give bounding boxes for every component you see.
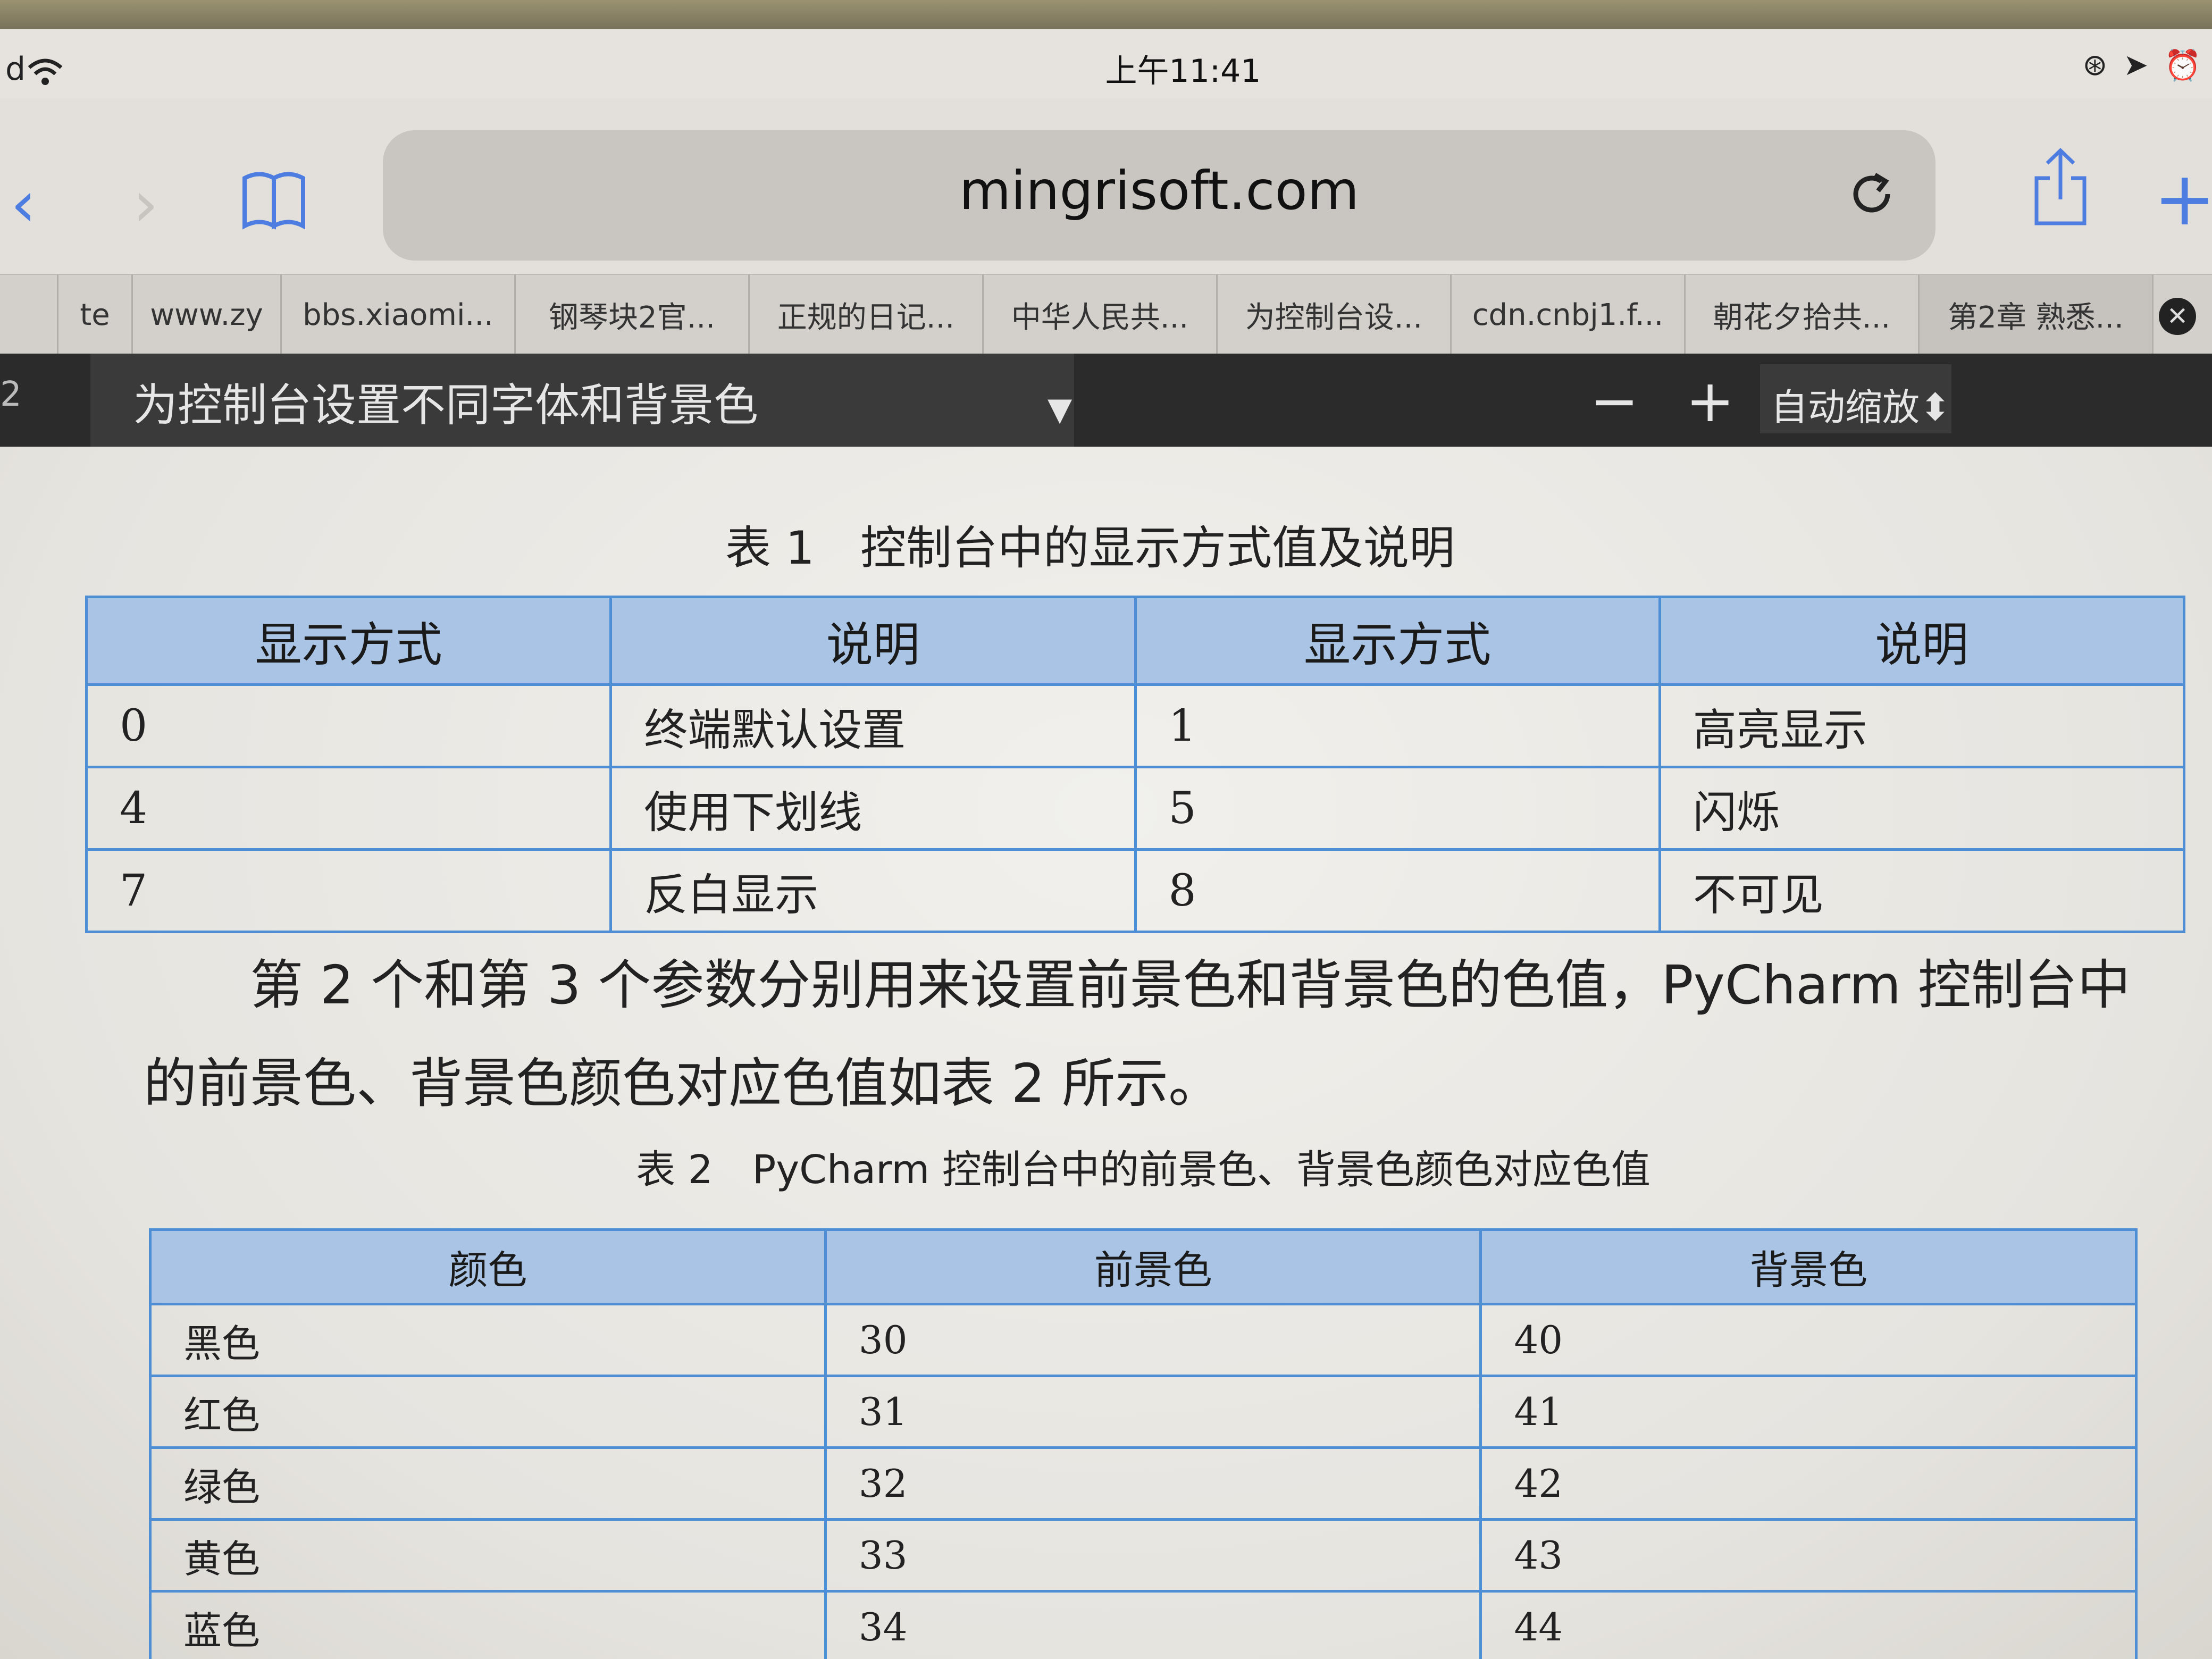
table-cell: 0: [85, 683, 613, 768]
tab-item[interactable]: cdn.cnbj1.f...: [1452, 275, 1686, 355]
tab-item[interactable]: te: [58, 275, 133, 355]
alarm-icon: ⏰: [2164, 48, 2201, 83]
tab-item[interactable]: 中华人民共...: [984, 275, 1218, 355]
close-tab-icon[interactable]: ✕: [2159, 298, 2196, 335]
body-paragraph: 第 2 个和第 3 个参数分别用来设置前景色和背景色的色值，PyCharm 控制…: [144, 954, 2131, 1115]
rotation-lock-icon: ⊛: [2082, 48, 2108, 82]
tab-item[interactable]: bbs.xiaomi...: [282, 275, 516, 355]
table-cell: 黄色: [149, 1518, 827, 1593]
location-icon: ➤: [2123, 48, 2149, 82]
document-outline-select[interactable]: 为控制台设置不同字体和背景色 ▼: [90, 354, 1074, 447]
url-text[interactable]: mingrisoft.com: [383, 160, 1936, 222]
status-icons: ⊛ ➤ ⏰: [2082, 48, 2201, 83]
tablet-screen: d 上午11:41 ⊛ ➤ ⏰ ‹ › mingrisoft.com + te …: [0, 29, 2212, 1659]
zoom-select[interactable]: 自动缩放⬍: [1760, 364, 1951, 433]
status-time: 上午11:41: [1105, 53, 1261, 90]
document-page: 表 1 控制台中的显示方式值及说明 显示方式 说明 显示方式 说明 0 终端默认…: [0, 447, 2212, 1659]
table-cell: 蓝色: [149, 1590, 827, 1659]
table-header-cell: 显示方式: [1134, 596, 1661, 686]
tab-item[interactable]: 为控制台设...: [1218, 275, 1452, 355]
table-header-row: 显示方式 说明 显示方式 说明: [85, 596, 2186, 686]
table-cell: 反白显示: [609, 848, 1137, 933]
table-header-cell: 背景色: [1479, 1228, 2138, 1305]
tab-item[interactable]: 正规的日记...: [750, 275, 984, 355]
tab-item[interactable]: www.zy: [133, 275, 282, 355]
table-header-cell: 颜色: [149, 1228, 827, 1305]
table-cell: 使用下划线: [609, 766, 1137, 851]
table-cell: 高亮显示: [1658, 683, 2186, 768]
table-row: 黑色 30 40: [149, 1303, 2138, 1377]
table-header-cell: 说明: [609, 596, 1137, 686]
table-row: 绿色 32 42: [149, 1446, 2138, 1521]
table-cell: 绿色: [149, 1446, 827, 1521]
table-cell: 终端默认设置: [609, 683, 1137, 768]
table-cell: 33: [824, 1518, 1482, 1593]
table-cell: 不可见: [1658, 848, 2186, 933]
share-icon[interactable]: [2031, 146, 2090, 226]
table-cell: 1: [1134, 683, 1661, 768]
tab-item[interactable]: [0, 275, 58, 355]
status-bar: d 上午11:41 ⊛ ➤ ⏰: [0, 29, 2212, 98]
table-row: 7 反白显示 8 不可见: [85, 848, 2186, 933]
table-row: 4 使用下划线 5 闪烁: [85, 766, 2186, 851]
table1-caption: 表 1 控制台中的显示方式值及说明: [725, 522, 1455, 575]
table-header-row: 颜色 前景色 背景色: [149, 1228, 2138, 1305]
tab-item-active[interactable]: 第2章 熟悉...: [1920, 275, 2154, 355]
status-carrier: d: [5, 51, 26, 88]
forward-button[interactable]: ›: [133, 173, 158, 237]
table-row: 0 终端默认设置 1 高亮显示: [85, 683, 2186, 768]
table-cell: 7: [85, 848, 613, 933]
table-cell: 31: [824, 1375, 1482, 1449]
tab-strip: te www.zy bbs.xiaomi... 钢琴块2官... 正规的日记..…: [0, 274, 2212, 355]
table-cell: 43: [1479, 1518, 2138, 1593]
tab-item[interactable]: 钢琴块2官...: [516, 275, 750, 355]
new-tab-button[interactable]: +: [2154, 162, 2212, 237]
zoom-in-button[interactable]: +: [1686, 367, 1735, 435]
table-row: 红色 31 41: [149, 1375, 2138, 1449]
tab-item[interactable]: 朝花夕拾共...: [1686, 275, 1920, 355]
table-row: 蓝色 34 44: [149, 1590, 2138, 1659]
table-cell: 8: [1134, 848, 1661, 933]
zoom-out-button[interactable]: −: [1590, 367, 1639, 435]
table2-caption: 表 2 PyCharm 控制台中的前景色、背景色颜色对应色值: [636, 1147, 1650, 1193]
pdf-viewer-toolbar: 2 为控制台设置不同字体和背景色 ▼ − + 自动缩放⬍: [0, 354, 2212, 447]
wifi-icon: [28, 58, 63, 85]
reload-icon[interactable]: [1845, 167, 1898, 221]
table-cell: 42: [1479, 1446, 2138, 1521]
table-cell: 4: [85, 766, 613, 851]
table-cell: 44: [1479, 1590, 2138, 1659]
display-mode-table: 显示方式 说明 显示方式 说明 0 终端默认设置 1 高亮显示 4 使用下划线 …: [85, 596, 2186, 933]
table-cell: 32: [824, 1446, 1482, 1521]
dropdown-arrow-icon: ▼: [1048, 391, 1073, 428]
table-header-cell: 显示方式: [85, 596, 613, 686]
document-title: 为控制台设置不同字体和背景色: [133, 379, 759, 431]
bookmarks-icon[interactable]: [239, 170, 308, 231]
address-bar[interactable]: mingrisoft.com: [383, 130, 1936, 261]
page-number: 2: [0, 375, 22, 414]
table-cell: 5: [1134, 766, 1661, 851]
table-row: 黄色 33 43: [149, 1518, 2138, 1593]
table-cell: 34: [824, 1590, 1482, 1659]
table-cell: 40: [1479, 1303, 2138, 1377]
zoom-mode-label: 自动缩放: [1771, 386, 1920, 429]
table-cell: 闪烁: [1658, 766, 2186, 851]
table-cell: 41: [1479, 1375, 2138, 1449]
table-cell: 黑色: [149, 1303, 827, 1377]
browser-toolbar: ‹ › mingrisoft.com +: [0, 98, 2212, 274]
table-header-cell: 说明: [1658, 596, 2186, 686]
updown-arrow-icon: ⬍: [1920, 386, 1951, 429]
color-value-table: 颜色 前景色 背景色 黑色 30 40 红色 31 41 绿色 32 42 黄色…: [149, 1228, 2138, 1659]
table-header-cell: 前景色: [824, 1228, 1482, 1305]
back-button[interactable]: ‹: [11, 173, 36, 237]
table-cell: 30: [824, 1303, 1482, 1377]
table-cell: 红色: [149, 1375, 827, 1449]
